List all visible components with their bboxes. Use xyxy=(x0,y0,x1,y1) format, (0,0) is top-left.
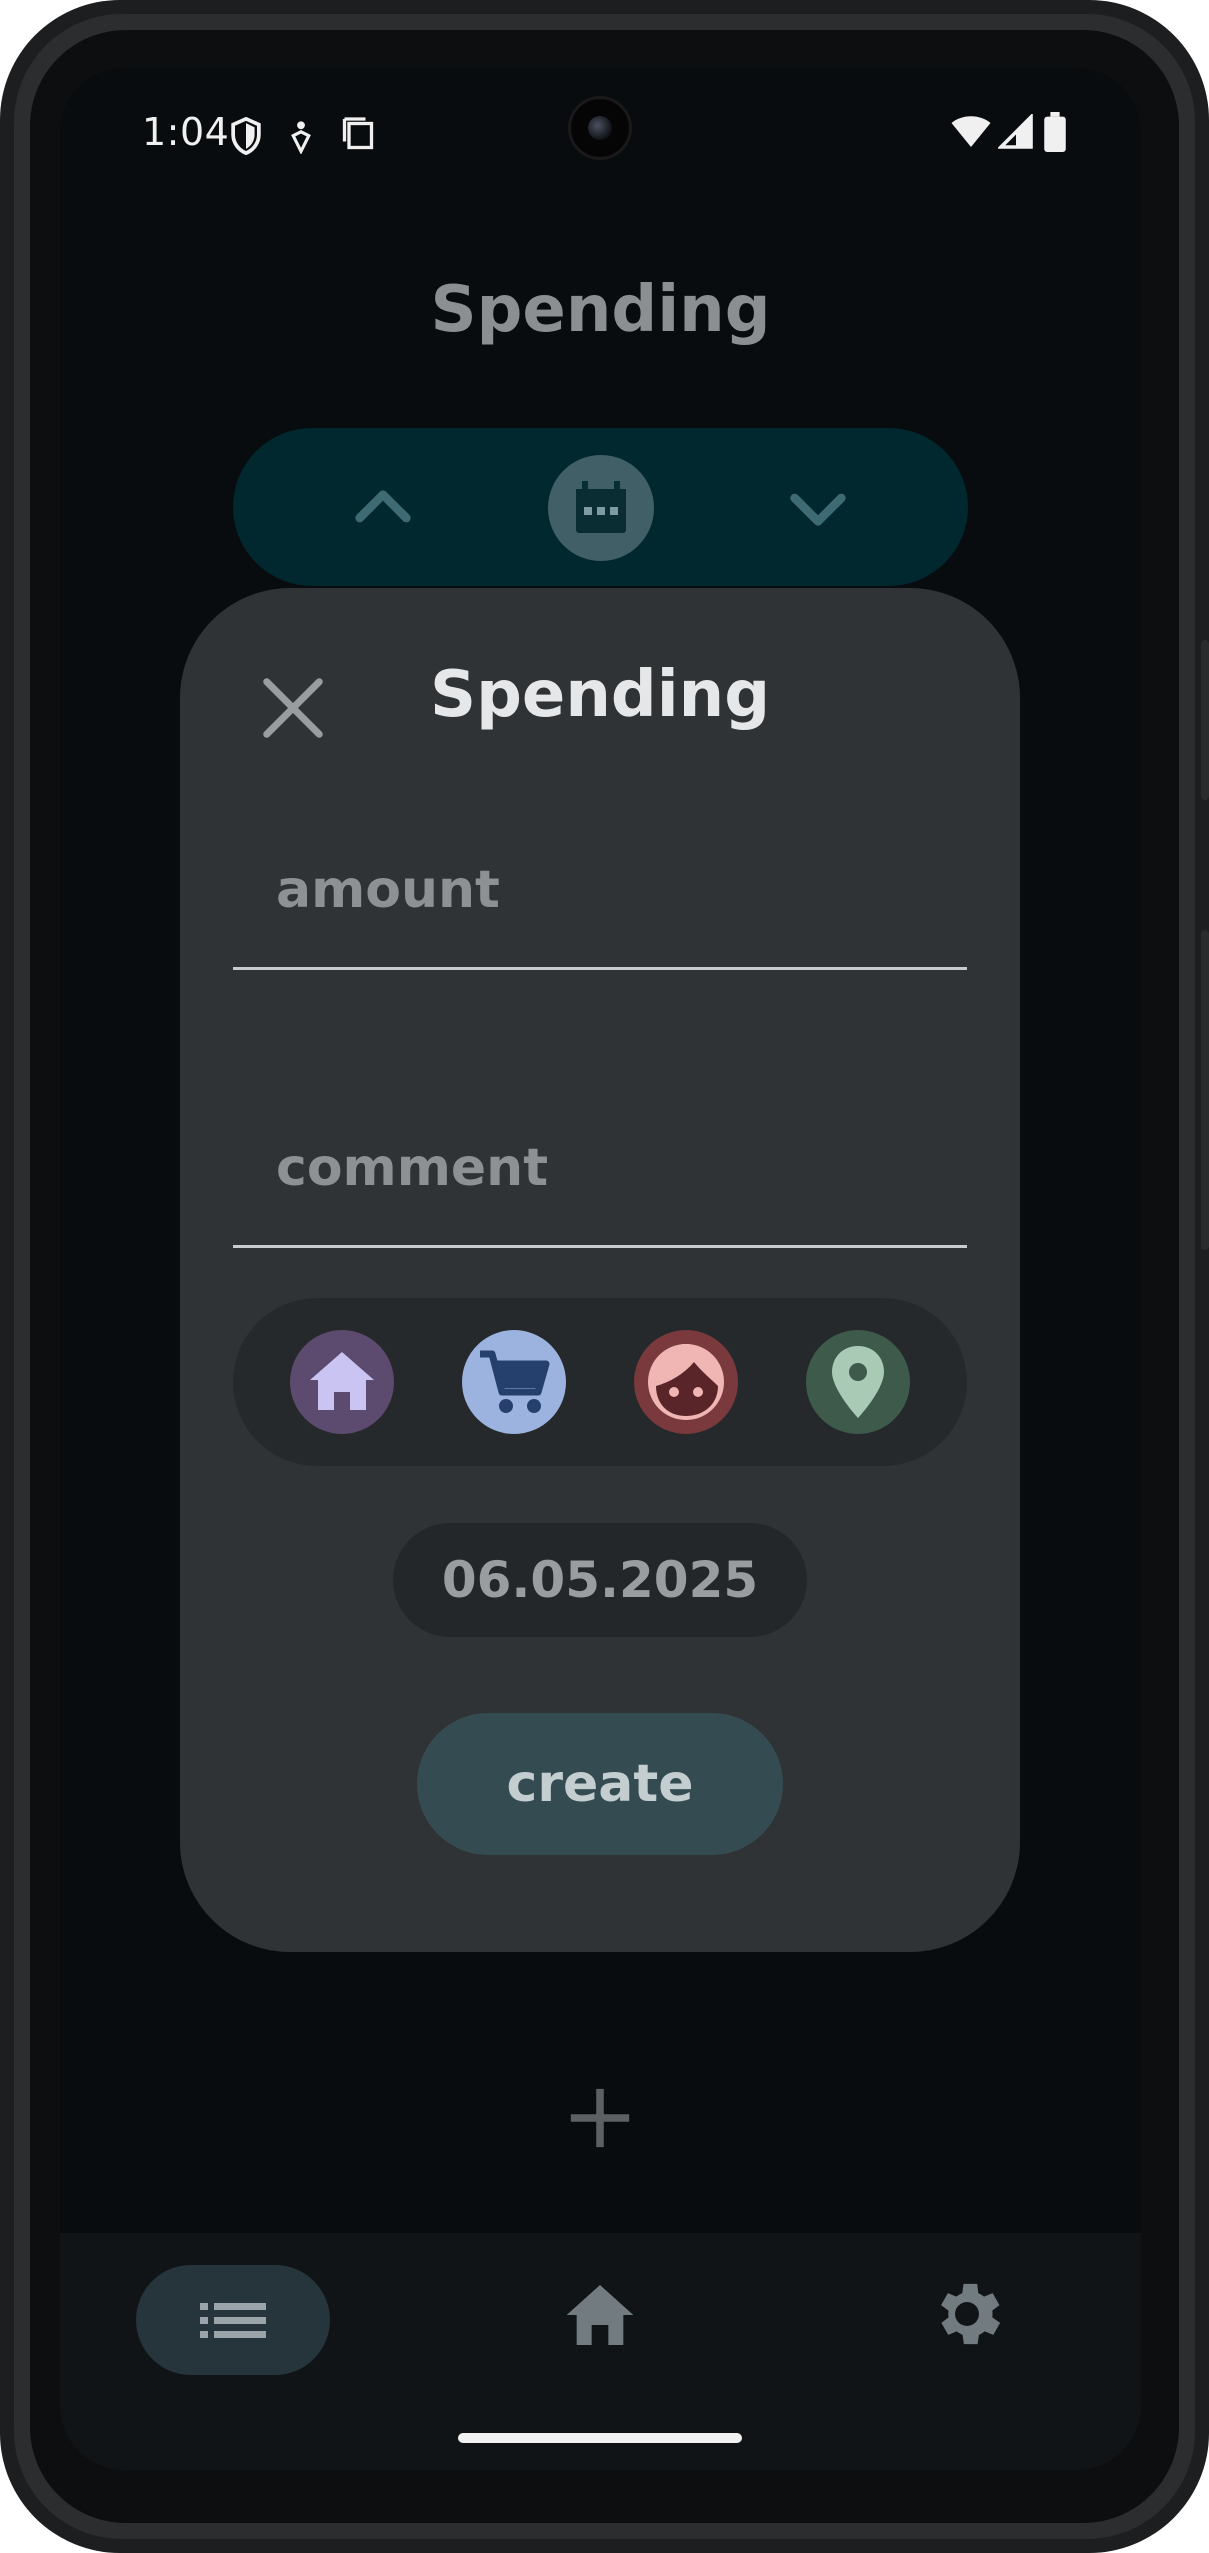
month-selector xyxy=(233,428,968,586)
amount-underline xyxy=(233,967,967,970)
cell-signal-icon xyxy=(998,114,1033,149)
calendar-button[interactable] xyxy=(548,455,654,561)
comment-underline xyxy=(233,1245,967,1248)
wifi-icon xyxy=(951,116,991,147)
add-icon[interactable] xyxy=(565,2083,635,2153)
calendar-icon xyxy=(576,481,626,533)
face-icon xyxy=(648,1344,724,1420)
location-icon xyxy=(832,1346,884,1418)
chevron-up-icon[interactable] xyxy=(343,468,423,548)
cart-icon xyxy=(480,1350,550,1413)
comment-placeholder: comment xyxy=(276,1138,549,1198)
screen-copy-icon xyxy=(342,117,374,150)
create-button[interactable]: create xyxy=(417,1713,783,1855)
date-picker-button[interactable]: 06.05.2025 xyxy=(393,1523,807,1637)
shield-icon xyxy=(231,116,261,156)
settings-icon[interactable] xyxy=(926,2273,1008,2355)
comment-field[interactable]: comment xyxy=(233,1078,967,1248)
list-icon xyxy=(200,2303,266,2338)
battery-icon xyxy=(1044,112,1066,152)
category-selector xyxy=(233,1298,967,1466)
dialog-title: Spending xyxy=(430,658,770,732)
phone-frame: 1:04 Spending Spending amount comment 06… xyxy=(0,0,1209,2553)
category-travel-button[interactable] xyxy=(806,1330,910,1434)
accessibility-icon xyxy=(291,121,311,154)
home-icon[interactable] xyxy=(560,2275,640,2355)
chevron-down-icon[interactable] xyxy=(778,468,858,548)
category-home-button[interactable] xyxy=(290,1330,394,1434)
spending-dialog: Spending amount comment 06.05.2025 creat… xyxy=(180,588,1020,1952)
page-title: Spending xyxy=(430,273,771,347)
home-indicator[interactable] xyxy=(458,2433,742,2443)
nav-item-list[interactable] xyxy=(136,2265,330,2375)
volume-button xyxy=(1201,930,1209,1250)
amount-field[interactable]: amount xyxy=(233,800,967,970)
power-button xyxy=(1201,640,1209,800)
category-shopping-button[interactable] xyxy=(462,1330,566,1434)
amount-placeholder: amount xyxy=(276,860,500,920)
app-screen: 1:04 Spending Spending amount comment 06… xyxy=(60,68,1141,2470)
home-icon xyxy=(310,1352,374,1410)
front-camera xyxy=(568,96,632,160)
status-time: 1:04 xyxy=(142,110,230,154)
category-personal-button[interactable] xyxy=(634,1330,738,1434)
